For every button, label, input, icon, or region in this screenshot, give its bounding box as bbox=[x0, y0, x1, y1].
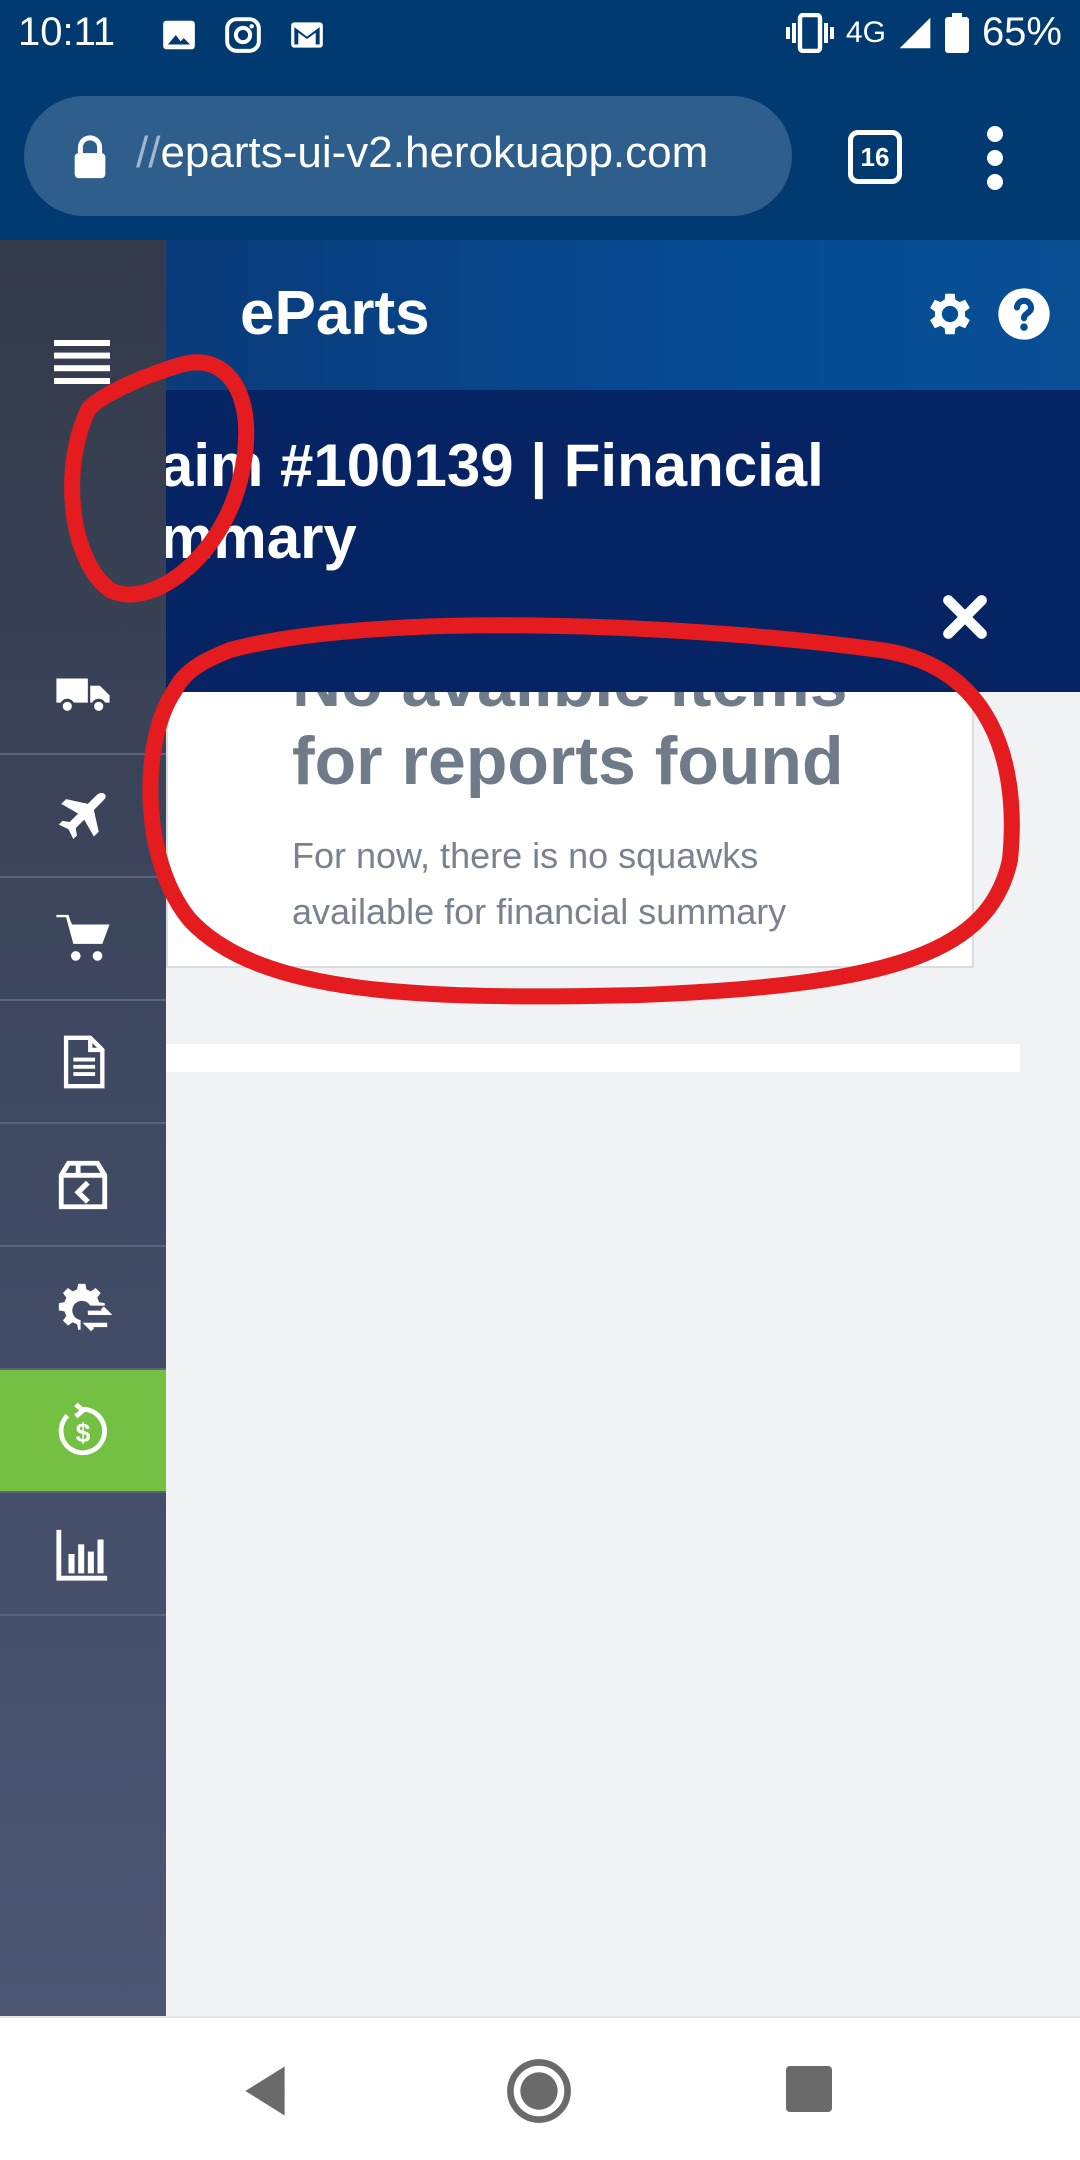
page-title: aim #100139 | Financial mmary bbox=[160, 430, 1060, 574]
status-notification-icons bbox=[160, 16, 326, 54]
settings-gear-icon[interactable] bbox=[922, 286, 978, 342]
status-time: 10:11 bbox=[18, 10, 116, 54]
battery-percent: 65% bbox=[981, 10, 1062, 54]
image-icon bbox=[163, 20, 195, 50]
empty-state-heading: for reports found bbox=[292, 723, 844, 799]
empty-state-card: No availble items for reports found For … bbox=[166, 692, 974, 968]
dollar-refresh-icon: $ bbox=[58, 1402, 107, 1455]
back-icon[interactable] bbox=[240, 2064, 290, 2118]
url-scheme: // bbox=[136, 128, 161, 177]
gmail-icon bbox=[291, 22, 323, 48]
instagram-icon bbox=[225, 17, 261, 53]
more-options-icon[interactable] bbox=[980, 126, 1010, 190]
status-bar: 10:11 4G 65% bbox=[0, 0, 1080, 74]
close-icon[interactable] bbox=[940, 592, 990, 642]
hamburger-menu-icon[interactable] bbox=[54, 340, 110, 384]
sidebar-item-cart[interactable] bbox=[0, 878, 166, 1001]
empty-state-description: For now, there is no squawks available f… bbox=[292, 835, 787, 932]
box-return-icon bbox=[58, 1160, 108, 1209]
lock-icon bbox=[74, 135, 106, 179]
truck-icon bbox=[56, 678, 110, 714]
network-type: 4G bbox=[845, 15, 886, 49]
cart-icon bbox=[56, 914, 110, 961]
sidebar-item-documents[interactable] bbox=[0, 1001, 166, 1124]
sidebar: $ bbox=[0, 240, 166, 2016]
gear-exchange-icon bbox=[58, 1283, 112, 1331]
sidebar-item-returns[interactable] bbox=[0, 1124, 166, 1247]
vibrate-icon bbox=[785, 12, 834, 53]
status-system-icons: 4G 65% bbox=[785, 10, 1062, 55]
tab-switcher-button[interactable]: 16 bbox=[848, 130, 902, 184]
page-title-line-1: aim #100139 | Financial bbox=[160, 432, 824, 499]
sidebar-item-aircraft[interactable] bbox=[0, 755, 166, 878]
url-text[interactable]: //eparts-ui-v2.herokuapp.com bbox=[136, 128, 708, 178]
airplane-icon bbox=[58, 792, 106, 839]
battery-icon bbox=[944, 12, 969, 53]
sidebar-item-financial[interactable]: $ bbox=[0, 1370, 166, 1493]
app-title: eParts bbox=[240, 279, 430, 348]
content-divider bbox=[166, 1044, 1020, 1072]
sidebar-item-exchange[interactable] bbox=[0, 1247, 166, 1370]
bar-chart-icon bbox=[56, 1529, 108, 1581]
signal-icon bbox=[899, 17, 931, 48]
empty-state-heading-top: No availble items bbox=[292, 692, 848, 722]
sidebar-item-trucks[interactable] bbox=[0, 632, 166, 755]
sidebar-item-reports[interactable] bbox=[0, 1493, 166, 1616]
url-host: eparts-ui-v2.herokuapp.com bbox=[160, 128, 709, 177]
system-navigation-bar bbox=[0, 2016, 1080, 2160]
address-bar[interactable]: //eparts-ui-v2.herokuapp.com bbox=[24, 96, 792, 216]
recents-icon[interactable] bbox=[786, 2066, 832, 2112]
document-icon bbox=[63, 1035, 105, 1088]
sidebar-nav: $ bbox=[0, 632, 166, 1616]
svg-text:$: $ bbox=[76, 1417, 91, 1447]
help-icon[interactable] bbox=[996, 286, 1052, 342]
browser-toolbar: //eparts-ui-v2.herokuapp.com 16 bbox=[0, 74, 1080, 240]
page-title-line-2: mmary bbox=[160, 504, 357, 571]
home-icon[interactable] bbox=[506, 2058, 572, 2124]
